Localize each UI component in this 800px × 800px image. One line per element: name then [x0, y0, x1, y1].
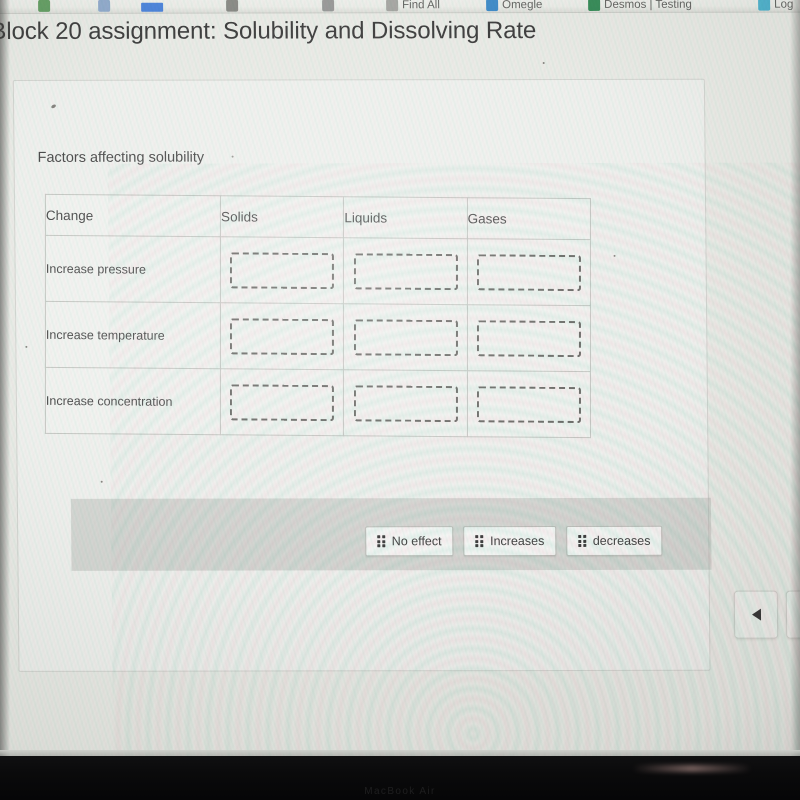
photo-speck: [542, 62, 545, 65]
find-icon: [386, 0, 399, 12]
bezel-reflection: [632, 765, 752, 772]
laptop-screen: Find All Omegle Desmos | Testing Log Blo…: [0, 0, 800, 766]
dropzone[interactable]: [353, 252, 458, 290]
dropzone[interactable]: [230, 251, 335, 289]
dropzone[interactable]: [476, 319, 581, 357]
bookmark-label: Find All: [402, 0, 440, 12]
bookmark-icon: [322, 0, 335, 12]
answer-chip-label: No effect: [391, 534, 442, 549]
dropzone-cell-concentration-solids[interactable]: [220, 368, 344, 436]
answer-chip-list: No effect Increases decreases: [365, 525, 663, 557]
bookmark-item-log[interactable]: Log: [758, 0, 793, 11]
dropzone[interactable]: [230, 383, 335, 421]
bookmark-item-desmos[interactable]: Desmos | Testing: [588, 0, 692, 11]
bookmark-icon: [98, 0, 111, 12]
dropzone-cell-temperature-liquids[interactable]: [343, 303, 468, 371]
photo-edge-left: [0, 0, 10, 800]
drag-handle-icon[interactable]: [475, 535, 484, 548]
triangle-left-icon: [751, 608, 761, 621]
dropzone-cell-concentration-gases[interactable]: [467, 370, 591, 438]
bookmark-label: Desmos | Testing: [604, 0, 692, 11]
bookmark-icon: [226, 0, 239, 12]
drag-handle-icon[interactable]: [578, 534, 586, 547]
prompt-marker-dot: [231, 155, 234, 158]
answer-chip-decreases[interactable]: decreases: [566, 525, 663, 556]
photo-edge-right: [790, 0, 800, 800]
photo-speck: [613, 254, 616, 257]
bookmark-item-omegle[interactable]: Omegle: [486, 0, 543, 12]
column-header-solids: Solids: [220, 195, 344, 238]
answer-chip-label: decreases: [592, 533, 651, 548]
desmos-icon: [588, 0, 601, 11]
login-icon: [758, 0, 771, 11]
drive-icon: [141, 2, 164, 12]
column-header-gases: Gases: [467, 197, 591, 240]
answer-chip-no-effect[interactable]: No effect: [365, 526, 454, 557]
answer-chip-increases[interactable]: Increases: [463, 525, 557, 557]
answer-chip-label: Increases: [490, 534, 545, 549]
dropzone[interactable]: [353, 318, 458, 356]
dropzone[interactable]: [230, 317, 335, 355]
dropzone[interactable]: [476, 253, 581, 291]
table-row: Increase temperature: [45, 301, 591, 372]
solubility-table: Change Solids Liquids Gases Increase pre…: [45, 194, 591, 438]
bookmark-item[interactable]: [38, 0, 51, 12]
dropzone-cell-pressure-gases[interactable]: [467, 238, 591, 306]
row-label-increase-temperature: Increase temperature: [45, 301, 221, 369]
screenshot-root: Find All Omegle Desmos | Testing Log Blo…: [0, 0, 800, 800]
question-prompt: Factors affecting solubility: [37, 149, 205, 166]
column-header-change: Change: [45, 194, 221, 237]
drag-handle-icon[interactable]: [377, 535, 385, 548]
device-brand-label: MacBook Air: [364, 786, 436, 797]
row-label-increase-pressure: Increase pressure: [45, 235, 221, 303]
dropzone-cell-temperature-gases[interactable]: [467, 304, 591, 372]
bookmark-item[interactable]: [322, 0, 335, 12]
bookmark-item[interactable]: [226, 0, 239, 12]
bookmark-label: Omegle: [502, 0, 543, 12]
dropzone-cell-temperature-solids[interactable]: [220, 302, 344, 370]
dropzone[interactable]: [353, 384, 458, 422]
dropzone-cell-concentration-liquids[interactable]: [343, 369, 468, 437]
page-title: Block 20 assignment: Solubility and Diss…: [0, 17, 537, 45]
omegle-icon: [486, 0, 499, 12]
bookmark-item-drive[interactable]: [141, 2, 164, 12]
bookmark-bar[interactable]: Find All Omegle Desmos | Testing Log: [0, 0, 800, 14]
table-row: Increase pressure: [45, 235, 591, 306]
bookmark-item[interactable]: [98, 0, 111, 12]
photo-speck: [25, 345, 28, 348]
table-row: Increase concentration: [45, 367, 591, 438]
dropzone-cell-pressure-solids[interactable]: [220, 236, 344, 304]
dropzone-cell-pressure-liquids[interactable]: [343, 237, 468, 305]
dropzone[interactable]: [476, 385, 581, 423]
bookmark-item-find-all[interactable]: Find All: [386, 0, 440, 12]
bookmark-icon: [38, 0, 51, 12]
column-header-liquids: Liquids: [343, 196, 468, 239]
previous-button[interactable]: [733, 590, 779, 639]
table-header-row: Change Solids Liquids Gases: [45, 194, 591, 240]
photo-speck: [100, 480, 103, 483]
row-label-increase-concentration: Increase concentration: [45, 367, 221, 435]
